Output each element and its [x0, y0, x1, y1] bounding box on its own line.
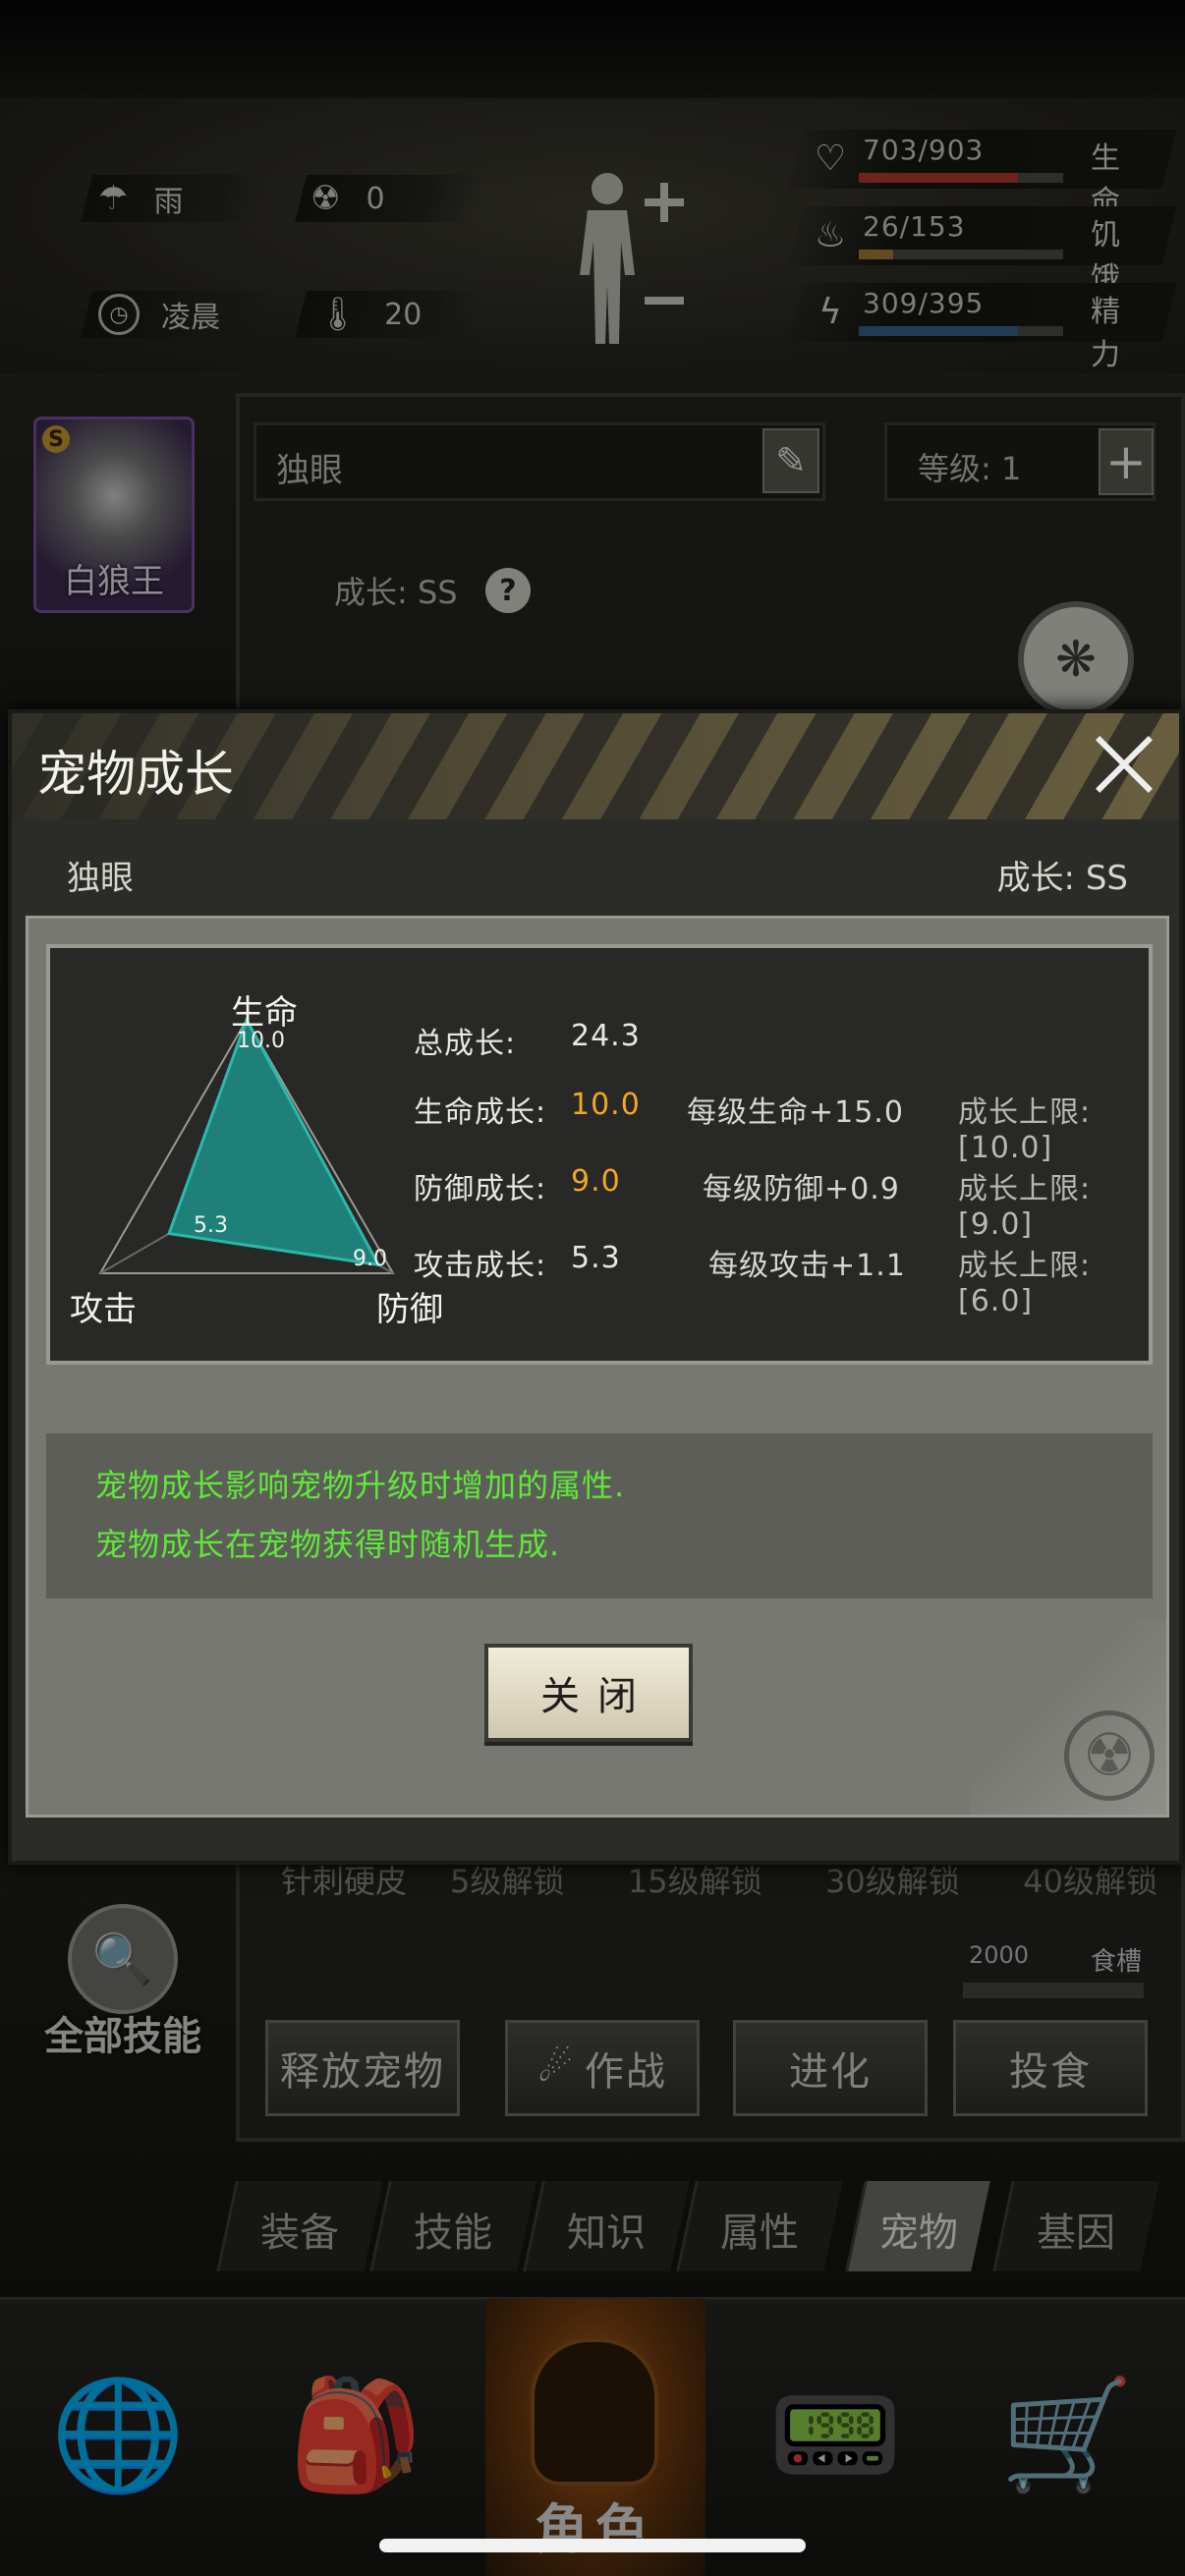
- radiation-watermark-icon: ☢: [1064, 1710, 1155, 1801]
- radar-label-defense: 防御: [376, 1290, 443, 1329]
- dialog-title: 宠物成长: [37, 746, 234, 803]
- info-box: 宠物成长影响宠物升级时增加的属性. 宠物成长在宠物获得时随机生成.: [46, 1433, 1153, 1598]
- dialog-pet-name: 独眼: [67, 859, 134, 898]
- radar-value-defense: 9.0: [353, 1247, 387, 1271]
- attack-growth-cap: 成长上限:[6.0]: [958, 1249, 1092, 1318]
- dialog-body: 生命 10.0 防御 9.0 攻击 5.3 总成长: 24.3 生命成长: 10…: [26, 916, 1169, 1818]
- attack-per-level: 每级攻击+1.1: [708, 1249, 906, 1283]
- info-line: 宠物成长影响宠物升级时增加的属性.: [95, 1467, 626, 1504]
- life-growth-label: 生命成长:: [414, 1095, 547, 1130]
- info-line: 宠物成长在宠物获得时随机生成.: [95, 1526, 561, 1563]
- total-growth-value: 24.3: [571, 1019, 641, 1053]
- home-indicator[interactable]: [379, 2539, 806, 2552]
- total-growth-label: 总成长:: [414, 1027, 517, 1061]
- defense-growth-value: 9.0: [571, 1164, 621, 1199]
- defense-per-level: 每级防御+0.9: [703, 1172, 900, 1206]
- defense-growth-cap: 成长上限:[9.0]: [958, 1172, 1092, 1242]
- radar-value-attack: 5.3: [194, 1213, 228, 1238]
- radar-value-life: 10.0: [237, 1029, 285, 1053]
- close-button[interactable]: 关闭: [484, 1644, 693, 1742]
- radar-label-attack: 攻击: [70, 1290, 137, 1329]
- life-per-level: 每级生命+15.0: [687, 1095, 904, 1130]
- close-icon[interactable]: [1091, 731, 1157, 798]
- dialog-pet-growth: 成长: SS: [996, 859, 1128, 898]
- life-growth-value: 10.0: [571, 1088, 641, 1122]
- radar-label-life: 生命: [231, 993, 298, 1033]
- growth-stats-panel: 生命 10.0 防御 9.0 攻击 5.3 总成长: 24.3 生命成长: 10…: [46, 944, 1153, 1365]
- game-screen: ☂ 雨 ☢ 0 ◷ 凌晨 🌡 20 ♡ 703/903 生命 ♨ 26/153 …: [0, 0, 1185, 2576]
- defense-growth-label: 防御成长:: [414, 1172, 547, 1206]
- attack-growth-value: 5.3: [571, 1241, 621, 1275]
- attack-growth-label: 攻击成长:: [414, 1249, 547, 1283]
- life-growth-cap: 成长上限:[10.0]: [958, 1095, 1092, 1165]
- pet-growth-dialog: 宠物成长 独眼 成长: SS 生命 10.0 防御 9.0 攻击 5.3 总成长…: [8, 709, 1183, 1865]
